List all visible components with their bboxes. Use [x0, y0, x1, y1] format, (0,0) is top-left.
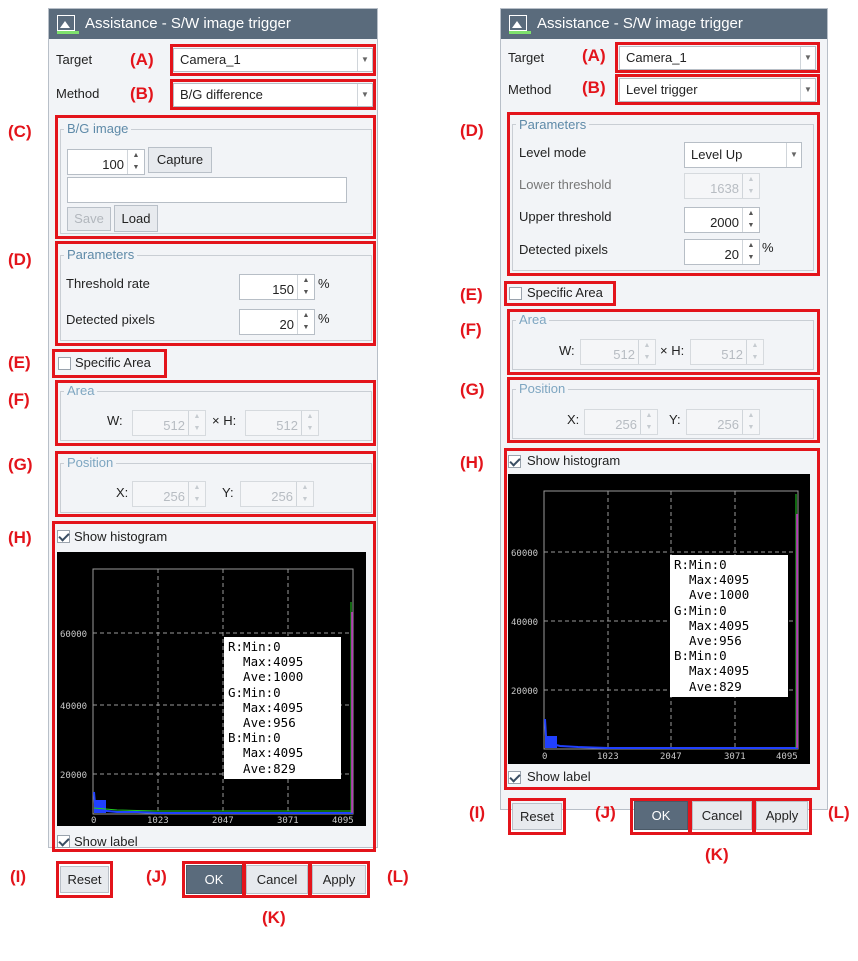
annotation-i: (I) [469, 803, 486, 822]
highlight-box-h [504, 448, 820, 790]
annotation-g: (G) [460, 380, 485, 399]
annotation-j: (J) [146, 867, 167, 886]
highlight-box-g [507, 377, 820, 443]
annotation-f: (F) [8, 390, 30, 409]
dialog-title: Assistance - S/W image trigger [85, 15, 291, 32]
highlight-box-f [507, 309, 820, 375]
annotation-g: (G) [8, 455, 33, 474]
image-app-icon [57, 15, 79, 34]
annotation-k: (K) [262, 908, 286, 927]
method-label: Method [508, 82, 552, 97]
highlight-box-h [52, 521, 376, 852]
annotation-a: (A) [130, 50, 154, 69]
method-label: Method [56, 86, 100, 101]
target-label: Target [56, 52, 93, 67]
highlight-box-k [688, 798, 756, 835]
annotation-c: (C) [8, 122, 32, 141]
annotation-e: (E) [8, 353, 31, 372]
annotation-b: (B) [582, 78, 606, 97]
annotation-a: (A) [582, 46, 606, 65]
highlight-box-d [507, 112, 820, 276]
annotation-l: (L) [828, 803, 850, 822]
highlight-box-b [615, 74, 820, 105]
target-label: Target [508, 50, 545, 65]
annotation-i: (I) [10, 867, 27, 886]
annotation-h: (H) [8, 528, 32, 547]
annotation-h: (H) [460, 453, 484, 472]
annotation-b: (B) [130, 84, 154, 103]
highlight-box-k [242, 861, 312, 898]
highlight-box-j [630, 798, 692, 835]
annotation-j: (J) [595, 803, 616, 822]
highlight-box-j [182, 861, 246, 898]
highlight-box-f [55, 380, 376, 446]
highlight-box-e [52, 349, 167, 378]
image-app-icon [509, 15, 531, 34]
annotation-d: (D) [460, 121, 484, 140]
highlight-box-c [55, 115, 376, 239]
highlight-box-l [752, 798, 812, 835]
highlight-box-a [170, 44, 376, 76]
title-bar: Assistance - S/W image trigger [49, 9, 377, 39]
highlight-box-a [615, 42, 820, 73]
annotation-f: (F) [460, 320, 482, 339]
highlight-box-l [308, 861, 370, 898]
highlight-box-i [56, 861, 113, 898]
highlight-box-d [55, 241, 376, 346]
highlight-box-e [504, 281, 616, 306]
dialog-title: Assistance - S/W image trigger [537, 15, 743, 32]
annotation-k: (K) [705, 845, 729, 864]
highlight-box-b [170, 79, 376, 110]
annotation-d: (D) [8, 250, 32, 269]
annotation-e: (E) [460, 285, 483, 304]
annotation-l: (L) [387, 867, 409, 886]
title-bar: Assistance - S/W image trigger [501, 9, 827, 39]
highlight-box-g [55, 451, 376, 517]
highlight-box-i [508, 798, 566, 835]
